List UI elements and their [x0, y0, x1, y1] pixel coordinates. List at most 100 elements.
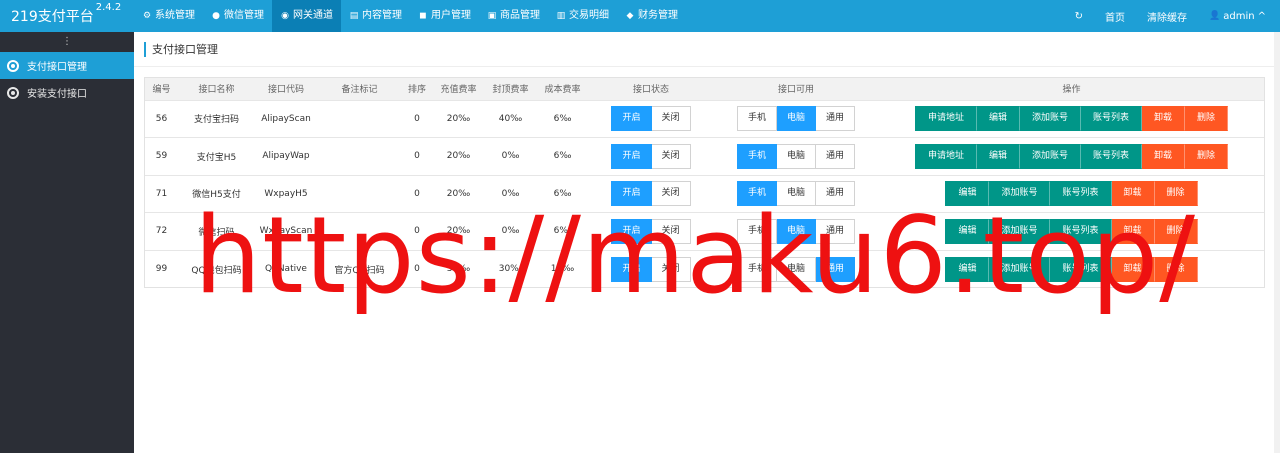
action-buttons: 编辑 添加账号 账号列表 卸载 删除 [945, 256, 1198, 282]
cell-actions: 编辑 添加账号 账号列表 卸载 删除 [879, 250, 1264, 288]
sidebar: ⋮ 支付接口管理 安装支付接口 [0, 32, 134, 453]
action-buttons: 申请地址 编辑 添加账号 账号列表 卸载 删除 [914, 106, 1229, 132]
uninstall-button[interactable]: 卸载 [1142, 106, 1186, 132]
cell-availability: 手机 电脑 通用 [713, 138, 879, 176]
scrollbar[interactable] [1274, 32, 1280, 453]
user-icon: 👤 [1209, 11, 1221, 21]
add-account-button[interactable]: 添加账号 [1019, 106, 1081, 132]
cell-cap: 0‰ [501, 188, 520, 199]
cell-code: AlipayScan [261, 113, 311, 124]
user-menu[interactable]: 👤 admin ^ [1209, 11, 1266, 22]
sidebar-item-payment-interfaces[interactable]: 支付接口管理 [0, 52, 134, 79]
uninstall-button[interactable]: 卸载 [1111, 218, 1155, 244]
edit-button[interactable]: 编辑 [976, 143, 1020, 169]
status-off-button[interactable]: 关闭 [651, 106, 691, 132]
avail-pc-button[interactable]: 电脑 [776, 181, 816, 207]
status-off-button[interactable]: 关闭 [651, 218, 691, 244]
add-account-button[interactable]: 添加账号 [1019, 143, 1081, 169]
home-link[interactable]: 首页 [1105, 9, 1125, 24]
status-on-button[interactable]: 开启 [611, 256, 652, 282]
nav-item[interactable]: ▥ 交易明细 [548, 0, 617, 32]
status-on-button[interactable]: 开启 [611, 218, 652, 244]
edit-button[interactable]: 编辑 [976, 106, 1020, 132]
app-brand[interactable]: 219支付平台2.4.2 [11, 2, 121, 26]
cell-sort: 0 [414, 188, 420, 199]
edit-button[interactable]: 编辑 [945, 256, 990, 282]
cell-sort: 0 [414, 151, 420, 162]
status-on-button[interactable]: 开启 [611, 181, 652, 207]
nav-item[interactable]: ⚙ 系统管理 [134, 0, 203, 32]
status-off-button[interactable]: 关闭 [651, 256, 691, 282]
avail-pc-button[interactable]: 电脑 [776, 106, 816, 132]
apply-address-button[interactable]: 申请地址 [914, 106, 977, 132]
uninstall-button[interactable]: 卸载 [1111, 256, 1155, 282]
avail-all-button[interactable]: 通用 [816, 143, 856, 169]
table-row: 59 支付宝H5 AlipayWap 0 20‰ 0‰ 6‰ 开启 关闭 手机 电脑 通用 申请地址 编辑… [145, 137, 1264, 176]
cell-actions: 编辑 添加账号 账号列表 卸载 删除 [879, 213, 1264, 251]
apply-address-button[interactable]: 申请地址 [914, 143, 977, 169]
edit-button[interactable]: 编辑 [945, 181, 990, 207]
nav-item[interactable]: ● 微信管理 [203, 0, 272, 32]
nav-item[interactable]: ◉ 网关通道 [272, 0, 341, 32]
cell-id: 56 [155, 113, 168, 124]
sidebar-toggle-icon[interactable]: ⋮ [0, 32, 134, 52]
delete-button[interactable]: 删除 [1154, 218, 1198, 244]
edit-button[interactable]: 编辑 [945, 218, 990, 244]
account-list-button[interactable]: 账号列表 [1081, 106, 1143, 132]
status-on-button[interactable]: 开启 [611, 106, 652, 132]
account-list-button[interactable]: 账号列表 [1050, 181, 1112, 207]
delete-button[interactable]: 删除 [1185, 143, 1229, 169]
avail-pc-button[interactable]: 电脑 [776, 256, 816, 282]
nav-item-label: 交易明细 [569, 10, 609, 21]
refresh-icon[interactable]: ↻ [1075, 11, 1083, 22]
uninstall-button[interactable]: 卸载 [1111, 181, 1155, 207]
uninstall-button[interactable]: 卸载 [1142, 143, 1186, 169]
clear-cache-link[interactable]: 清除缓存 [1147, 9, 1187, 24]
sidebar-item-install-interface[interactable]: 安装支付接口 [0, 79, 134, 106]
avail-all-button[interactable]: 通用 [816, 218, 856, 244]
status-toggle: 开启 关闭 [611, 143, 691, 169]
cell-cost: 6‰ [553, 188, 572, 199]
status-on-button[interactable]: 开启 [611, 143, 652, 169]
cell-cap: 30‰ [498, 264, 523, 274]
status-toggle: 开启 关闭 [611, 256, 691, 282]
avail-phone-button[interactable]: 手机 [736, 143, 777, 169]
delete-button[interactable]: 删除 [1185, 106, 1229, 132]
avail-phone-button[interactable]: 手机 [736, 218, 777, 244]
cell-rate: 20‰ [446, 188, 471, 199]
avail-phone-button[interactable]: 手机 [736, 256, 777, 282]
avail-all-button[interactable]: 通用 [816, 256, 856, 282]
nav-item[interactable]: ◆ 财务管理 [617, 0, 686, 32]
nav-item-label: 内容管理 [362, 10, 402, 21]
delete-button[interactable]: 删除 [1154, 181, 1198, 207]
cell-cost: 10‰ [550, 264, 575, 274]
gateway-icon [7, 59, 19, 72]
avail-all-button[interactable]: 通用 [816, 181, 856, 207]
add-account-button[interactable]: 添加账号 [989, 256, 1051, 282]
avail-phone-button[interactable]: 手机 [736, 181, 777, 207]
status-toggle: 开启 关闭 [611, 218, 691, 244]
cell-rate: 20‰ [446, 113, 471, 124]
account-list-button[interactable]: 账号列表 [1081, 143, 1143, 169]
account-list-button[interactable]: 账号列表 [1050, 256, 1112, 282]
delete-button[interactable]: 删除 [1154, 256, 1198, 282]
availability-toggle: 手机 电脑 通用 [736, 106, 856, 132]
column-header: 操作 [1062, 85, 1081, 96]
add-account-button[interactable]: 添加账号 [989, 218, 1051, 244]
status-off-button[interactable]: 关闭 [651, 143, 691, 169]
avail-phone-button[interactable]: 手机 [736, 106, 777, 132]
column-header: 封顶费率 [492, 85, 529, 96]
interface-table: 编号 接口名称 接口代码 备注标记 排序 充值费率 封顶费率 成本费率 接口状态 接口可用 操作 5… [144, 77, 1265, 288]
avail-pc-button[interactable]: 电脑 [776, 218, 816, 244]
status-off-button[interactable]: 关闭 [651, 181, 691, 207]
cell-availability: 手机 电脑 通用 [713, 100, 879, 138]
nav-item[interactable]: ▤ 内容管理 [341, 0, 410, 32]
avail-all-button[interactable]: 通用 [816, 106, 856, 132]
cell-rate: 30‰ [446, 264, 471, 274]
cell-availability: 手机 电脑 通用 [713, 213, 879, 251]
account-list-button[interactable]: 账号列表 [1050, 218, 1112, 244]
nav-item[interactable]: ◼ 用户管理 [410, 0, 479, 32]
nav-item[interactable]: ▣ 商品管理 [479, 0, 548, 32]
add-account-button[interactable]: 添加账号 [989, 181, 1051, 207]
avail-pc-button[interactable]: 电脑 [776, 143, 816, 169]
